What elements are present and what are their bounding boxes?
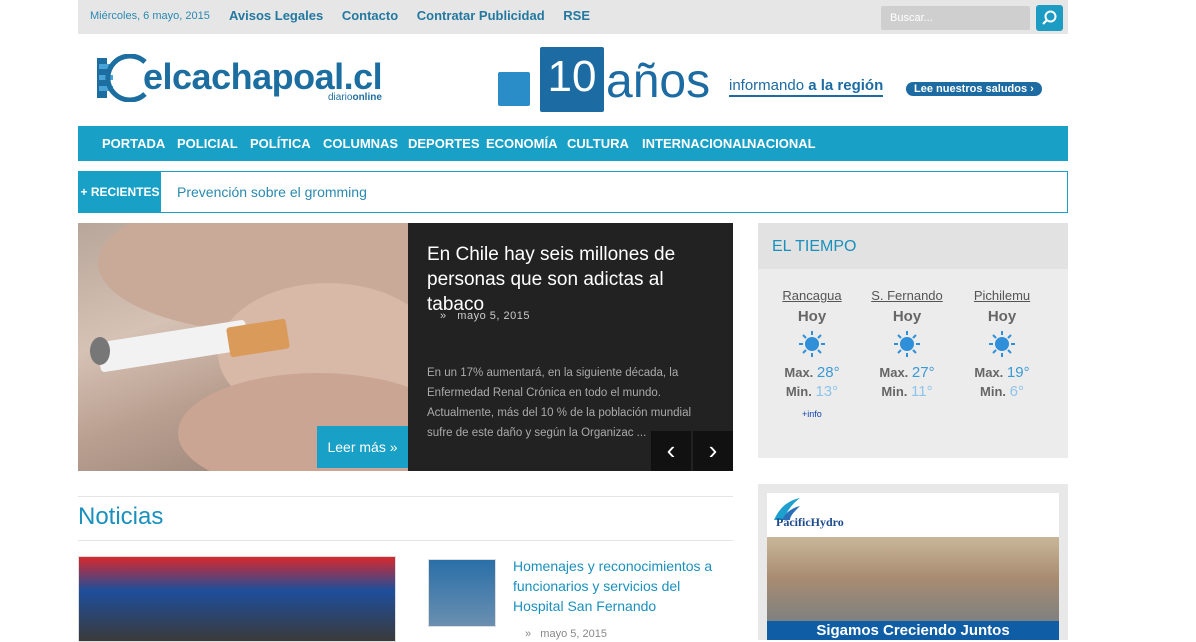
logo-subtitle: diarioonline (328, 92, 382, 103)
weather-city: S. Fernando Hoy Max. 27° Min. 11° (862, 288, 952, 400)
current-date: Miércoles, 6 mayo, 2015 (90, 10, 210, 22)
news-featured-image[interactable] (78, 556, 396, 642)
anniversary-book-icon (498, 72, 530, 106)
weather-day: Hoy (797, 308, 827, 325)
news-item-title[interactable]: Homenajes y reconocimientos a funcionari… (513, 556, 723, 616)
weather-header: EL TIEMPO (758, 223, 1068, 269)
news-thumbnail[interactable] (428, 559, 496, 627)
search-icon (1042, 10, 1057, 25)
top-bar: Miércoles, 6 mayo, 2015 Avisos Legales C… (78, 0, 1068, 34)
logo-sub-a: diario (328, 92, 353, 103)
read-more-button[interactable]: Leer más » (317, 426, 408, 468)
slide-title[interactable]: En Chile hay seis millones de personas q… (427, 242, 717, 317)
weather-city-name[interactable]: S. Fernando (862, 288, 952, 303)
weather-min: Min. 11° (862, 383, 952, 400)
section-divider (78, 496, 733, 497)
min-value: 6° (1009, 383, 1024, 400)
nav-economia[interactable]: ECONOMÍA (486, 126, 558, 162)
slide-date-text: mayo 5, 2015 (457, 310, 530, 322)
weather-city-name[interactable]: Pichilemu (957, 288, 1047, 303)
min-value: 13° (815, 383, 839, 400)
tagline-a: informando (729, 77, 805, 94)
sun-icon (799, 331, 825, 357)
weather-title: EL TIEMPO (772, 238, 857, 255)
max-label: Max. (879, 365, 909, 380)
date-bullet-icon: » (440, 310, 447, 322)
link-avisos-legales[interactable]: Avisos Legales (229, 8, 323, 23)
link-rse[interactable]: RSE (563, 8, 590, 23)
weather-min: Min. 6° (957, 383, 1047, 400)
max-value: 28° (816, 364, 840, 381)
ad-brand: PacificHydro (776, 515, 844, 529)
section-divider (78, 540, 733, 541)
nav-policial[interactable]: POLICIAL (177, 126, 238, 162)
nav-cultura[interactable]: CULTURA (567, 126, 629, 162)
logo-sub-b: online (352, 92, 382, 103)
chevron-right-icon: › (1030, 83, 1034, 95)
tagline-b: a la región (808, 77, 884, 94)
news-date-text: mayo 5, 2015 (540, 628, 607, 640)
weather-city: Pichilemu Hoy Max. 19° Min. 6° (957, 288, 1047, 400)
nav-deportes[interactable]: DEPORTES (408, 126, 480, 162)
link-contratar-publicidad[interactable]: Contratar Publicidad (417, 8, 545, 23)
nav-columnas[interactable]: COLUMNAS (323, 126, 398, 162)
saludos-label: Lee nuestros saludos (914, 83, 1028, 95)
max-value: 19° (1006, 364, 1030, 381)
logo-e-icon (97, 54, 147, 102)
slider-next-button[interactable]: › (693, 431, 733, 471)
main-nav: PORTADA POLICIAL POLÍTICA COLUMNAS DEPOR… (78, 126, 1068, 161)
sun-icon (894, 331, 920, 357)
max-label: Max. (974, 365, 1004, 380)
recent-ticker: + RECIENTES Prevención sobre el gromming (78, 171, 1068, 213)
nav-politica[interactable]: POLÍTICA (250, 126, 311, 162)
min-label: Min. (881, 384, 908, 399)
sun-icon (989, 331, 1015, 357)
nav-internacional[interactable]: INTERNACIONAL (642, 126, 750, 162)
search-button[interactable] (1036, 5, 1063, 31)
slide-date: » mayo 5, 2015 (440, 310, 530, 322)
nav-nacional[interactable]: NACIONAL (747, 126, 816, 162)
max-label: Max. (784, 365, 814, 380)
date-bullet-icon: » (525, 628, 532, 640)
slider-prev-button[interactable]: ‹ (651, 431, 691, 471)
nav-portada[interactable]: PORTADA (102, 126, 165, 162)
max-value: 27° (911, 364, 935, 381)
section-title-noticias: Noticias (78, 503, 164, 530)
weather-day: Hoy (892, 308, 922, 325)
weather-min: Min. 13° (767, 383, 857, 400)
weather-more-link[interactable]: +info (802, 409, 822, 419)
min-label: Min. (785, 384, 812, 399)
saludos-button[interactable]: Lee nuestros saludos › (906, 82, 1042, 96)
anniversary-word: años (606, 55, 711, 108)
min-value: 11° (911, 383, 933, 400)
link-contacto[interactable]: Contacto (342, 8, 398, 23)
weather-max: Max. 28° (767, 364, 857, 381)
ad-slogan: Sigamos Creciendo Juntos (767, 621, 1059, 640)
anniversary-number: 10 (547, 52, 597, 101)
top-links: Avisos Legales Contacto Contratar Public… (229, 8, 605, 23)
weather-max: Max. 19° (957, 364, 1047, 381)
min-label: Min. (980, 384, 1007, 399)
weather-city: Rancagua Hoy Max. 28° Min. 13° (767, 288, 857, 400)
recent-headline[interactable]: Prevención sobre el gromming (177, 184, 367, 200)
weather-city-name[interactable]: Rancagua (767, 288, 857, 303)
weather-max: Max. 27° (862, 364, 952, 381)
ad-banner[interactable]: PacificHydro Sigamos Creciendo Juntos (767, 493, 1059, 640)
search-input[interactable]: Buscar... (881, 6, 1030, 30)
news-item-date: » mayo 5, 2015 (525, 628, 607, 640)
weather-day: Hoy (987, 308, 1017, 325)
recent-label: + RECIENTES (79, 172, 161, 212)
anniversary-tagline: informando a la región (729, 77, 884, 97)
